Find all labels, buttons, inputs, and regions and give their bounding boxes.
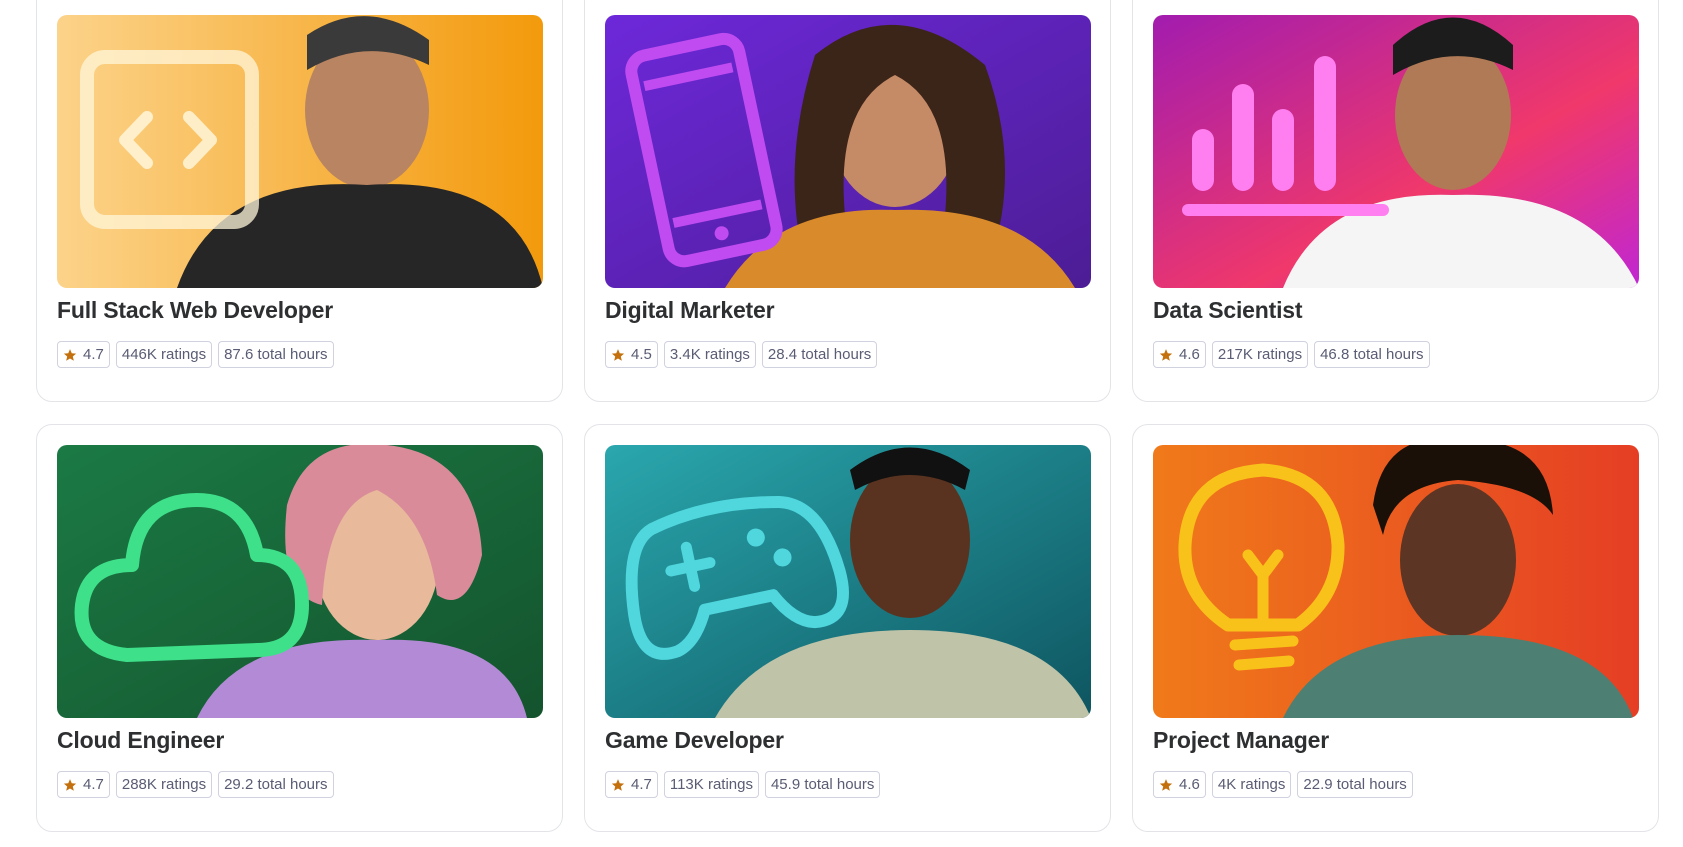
rating-badge: 4.7: [57, 771, 110, 798]
star-icon: [1159, 778, 1173, 791]
card-image[interactable]: [1153, 445, 1639, 718]
career-card-cloud-engineer[interactable]: Cloud Engineer 4.7 288K ratings 29.2 tot…: [36, 424, 563, 832]
card-image[interactable]: [605, 445, 1091, 718]
ratings-count-badge: 3.4K ratings: [663, 341, 756, 368]
total-hours-badge: 28.4 total hours: [761, 341, 878, 368]
code-icon: [80, 50, 259, 229]
star-icon: [63, 348, 77, 361]
rating-badge: 4.7: [605, 771, 658, 798]
lightbulb-icon: [1178, 463, 1345, 671]
star-icon: [1159, 348, 1173, 361]
rating-value: 4.7: [631, 776, 652, 793]
total-hours-badge: 45.9 total hours: [764, 771, 881, 798]
ratings-count-badge: 217K ratings: [1211, 341, 1309, 368]
cloud-icon: [74, 493, 309, 662]
card-title[interactable]: Data Scientist: [1153, 297, 1303, 324]
card-image[interactable]: [1153, 15, 1639, 288]
ratings-count-badge: 446K ratings: [115, 341, 213, 368]
smartphone-icon: [625, 32, 783, 268]
rating-badge: 4.7: [57, 341, 110, 368]
rating-badge: 4.6: [1153, 341, 1206, 368]
card-image[interactable]: [57, 15, 543, 288]
bar-chart-icon: [1182, 56, 1389, 216]
total-hours-badge: 29.2 total hours: [218, 771, 334, 798]
ratings-count-badge: 113K ratings: [663, 771, 759, 798]
rating-badge: 4.5: [605, 341, 658, 368]
rating-value: 4.7: [83, 776, 104, 793]
card-meta: 4.6 4K ratings 22.9 total hours: [1153, 771, 1413, 798]
total-hours-badge: 22.9 total hours: [1297, 771, 1413, 798]
rating-badge: 4.6: [1153, 771, 1206, 798]
rating-value: 4.5: [631, 346, 652, 363]
card-image[interactable]: [605, 15, 1091, 288]
card-meta: 4.7 288K ratings 29.2 total hours: [57, 771, 334, 798]
career-paths-grid: Full Stack Web Developer 4.7 446K rating…: [36, 0, 1666, 832]
card-title[interactable]: Game Developer: [605, 727, 784, 754]
career-card-data-scientist[interactable]: Data Scientist 4.6 217K ratings 46.8 tot…: [1132, 0, 1659, 402]
career-card-game-developer[interactable]: Game Developer 4.7 113K ratings 45.9 tot…: [584, 424, 1111, 832]
star-icon: [611, 778, 625, 791]
card-title[interactable]: Cloud Engineer: [57, 727, 224, 754]
card-image[interactable]: [57, 445, 543, 718]
star-icon: [63, 778, 77, 791]
rating-value: 4.6: [1179, 776, 1200, 793]
rating-value: 4.7: [83, 346, 104, 363]
card-meta: 4.5 3.4K ratings 28.4 total hours: [605, 341, 878, 368]
card-title[interactable]: Digital Marketer: [605, 297, 775, 324]
career-card-project-manager[interactable]: Project Manager 4.6 4K ratings 22.9 tota…: [1132, 424, 1659, 832]
star-icon: [611, 348, 625, 361]
total-hours-badge: 87.6 total hours: [218, 341, 334, 368]
card-title[interactable]: Project Manager: [1153, 727, 1329, 754]
career-card-digital-marketer[interactable]: Digital Marketer 4.5 3.4K ratings 28.4 t…: [584, 0, 1111, 402]
card-meta: 4.7 446K ratings 87.6 total hours: [57, 341, 334, 368]
card-title[interactable]: Full Stack Web Developer: [57, 297, 333, 324]
gamepad-icon: [625, 495, 849, 660]
career-card-full-stack-web-developer[interactable]: Full Stack Web Developer 4.7 446K rating…: [36, 0, 563, 402]
card-meta: 4.7 113K ratings 45.9 total hours: [605, 771, 881, 798]
ratings-count-badge: 288K ratings: [115, 771, 213, 798]
total-hours-badge: 46.8 total hours: [1314, 341, 1430, 368]
ratings-count-badge: 4K ratings: [1211, 771, 1292, 798]
card-meta: 4.6 217K ratings 46.8 total hours: [1153, 341, 1430, 368]
rating-value: 4.6: [1179, 346, 1200, 363]
